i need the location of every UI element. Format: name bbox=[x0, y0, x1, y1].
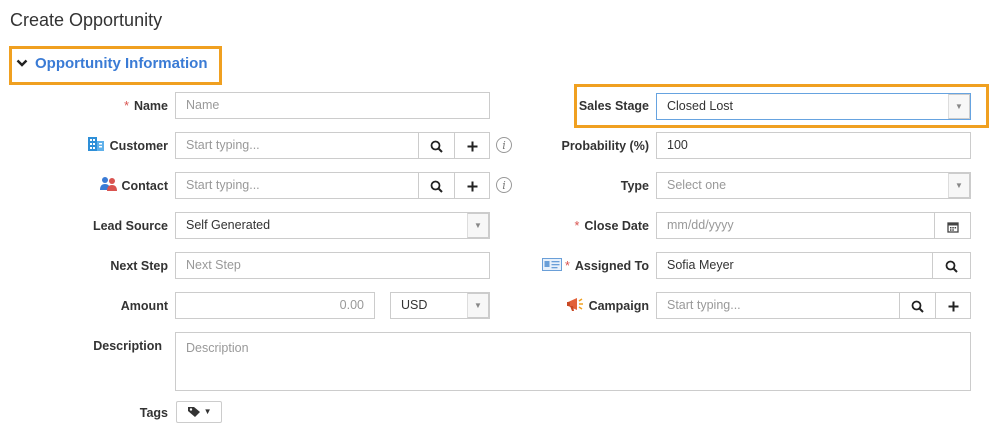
required-marker: * bbox=[124, 99, 129, 113]
search-icon bbox=[911, 300, 924, 313]
probability-label: Probability (%) bbox=[561, 139, 649, 153]
name-label: * Name bbox=[124, 99, 168, 113]
caret-down-icon[interactable]: ▼ bbox=[467, 293, 489, 318]
tags-label: Tags bbox=[139, 406, 168, 420]
id-card-icon bbox=[542, 258, 562, 271]
section-title[interactable]: Opportunity Information bbox=[35, 55, 207, 72]
assigned-to-label: * Assigned To bbox=[565, 259, 649, 273]
description-label: Description bbox=[93, 339, 162, 353]
calendar-icon bbox=[946, 221, 959, 233]
amount-label: Amount bbox=[120, 299, 168, 313]
info-icon[interactable]: i bbox=[496, 177, 512, 193]
contact-field[interactable]: Start typing... bbox=[175, 172, 419, 199]
search-icon bbox=[430, 180, 443, 193]
customer-field[interactable]: Start typing... bbox=[175, 132, 419, 159]
campaign-add-button[interactable] bbox=[935, 292, 971, 319]
required-marker: * bbox=[565, 259, 570, 273]
lead-source-select[interactable]: Self Generated bbox=[175, 212, 490, 239]
plus-icon bbox=[467, 181, 478, 192]
customer-label: Customer bbox=[109, 139, 168, 153]
sales-stage-select[interactable]: Closed Lost bbox=[656, 93, 971, 120]
type-select[interactable]: Select one bbox=[656, 172, 971, 199]
campaign-search-button[interactable] bbox=[899, 292, 936, 319]
contact-label: Contact bbox=[121, 179, 168, 193]
customer-search-button[interactable] bbox=[418, 132, 455, 159]
search-icon bbox=[430, 140, 443, 153]
caret-down-icon: ▼ bbox=[203, 407, 212, 417]
assigned-to-search-button[interactable] bbox=[932, 252, 971, 279]
chevron-down-icon[interactable] bbox=[16, 57, 28, 69]
caret-down-icon[interactable]: ▼ bbox=[467, 213, 489, 238]
assigned-to-field[interactable]: Sofia Meyer bbox=[656, 252, 933, 279]
contact-add-button[interactable] bbox=[454, 172, 490, 199]
caret-down-icon[interactable]: ▼ bbox=[948, 94, 970, 119]
close-date-label: * Close Date bbox=[574, 219, 649, 233]
campaign-label: Campaign bbox=[588, 299, 649, 313]
next-step-label: Next Step bbox=[110, 259, 168, 273]
calendar-button[interactable] bbox=[934, 212, 971, 239]
lead-source-label: Lead Source bbox=[92, 219, 168, 233]
description-textarea[interactable]: Description bbox=[175, 332, 971, 391]
tags-button[interactable]: ▼ bbox=[176, 401, 222, 423]
people-icon bbox=[99, 176, 119, 192]
caret-down-icon[interactable]: ▼ bbox=[948, 173, 970, 198]
plus-icon bbox=[467, 141, 478, 152]
next-step-field[interactable]: Next Step bbox=[175, 252, 490, 279]
plus-icon bbox=[948, 301, 959, 312]
amount-field[interactable]: 0.00 bbox=[175, 292, 375, 319]
customer-add-button[interactable] bbox=[454, 132, 490, 159]
type-label: Type bbox=[620, 179, 649, 193]
info-icon[interactable]: i bbox=[496, 137, 512, 153]
tag-icon bbox=[187, 406, 201, 418]
probability-field[interactable]: 100 bbox=[656, 132, 971, 159]
required-marker: * bbox=[574, 219, 580, 233]
close-date-field[interactable]: mm/dd/yyyy bbox=[656, 212, 935, 239]
name-field[interactable]: Name bbox=[175, 92, 490, 119]
contact-search-button[interactable] bbox=[418, 172, 455, 199]
page-title: Create Opportunity bbox=[10, 10, 163, 30]
sales-stage-label: Sales Stage bbox=[578, 99, 649, 113]
search-icon bbox=[945, 260, 958, 273]
campaign-field[interactable]: Start typing... bbox=[656, 292, 900, 319]
